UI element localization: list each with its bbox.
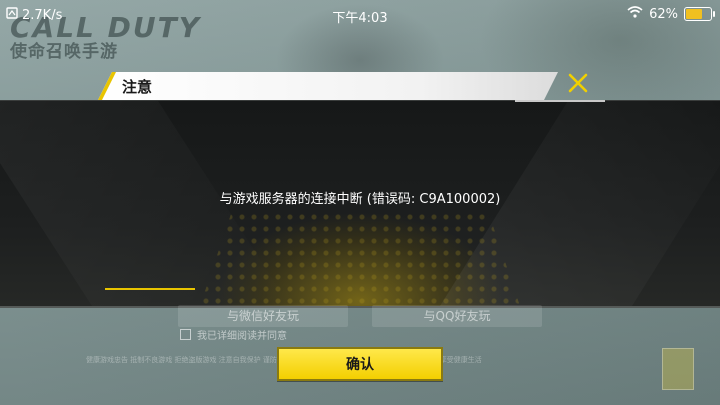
- qq-login-button: 与QQ好友玩: [372, 305, 542, 327]
- wifi-icon: [627, 6, 643, 22]
- header-band: [98, 72, 558, 100]
- error-message: 与游戏服务器的连接中断 (错误码: C9A100002): [219, 192, 501, 207]
- status-right: 62%: [627, 6, 715, 22]
- dialog-header: 注意: [0, 72, 720, 100]
- accent-line-top: [515, 100, 605, 102]
- dialog-title: 注意: [122, 78, 153, 96]
- checkbox-box: [180, 329, 191, 340]
- age-rating-badge: [662, 348, 694, 390]
- battery-fill: [686, 9, 703, 19]
- accent-line-bottom: [105, 288, 195, 290]
- hex-pattern: [200, 211, 520, 306]
- battery-icon: [684, 7, 715, 21]
- battery-percent: 62%: [649, 6, 678, 22]
- agreement-label: 我已详细阅读并同意: [197, 331, 287, 342]
- status-time: 下午4:03: [332, 11, 388, 26]
- close-button[interactable]: [563, 72, 593, 100]
- wechat-login-button: 与微信好友玩: [178, 305, 348, 327]
- screen: CALL DUTY 使命召唤手游 2.7K/s 下午4:03 62% 注意 与游…: [0, 0, 720, 405]
- confirm-button[interactable]: 确认: [277, 347, 443, 381]
- agreement-checkbox: 我已详细阅读并同意: [180, 327, 287, 342]
- close-icon: [567, 72, 589, 100]
- status-bar: 2.7K/s 下午4:03 62%: [0, 0, 720, 30]
- logo-line2: 使命召唤手游: [10, 42, 118, 62]
